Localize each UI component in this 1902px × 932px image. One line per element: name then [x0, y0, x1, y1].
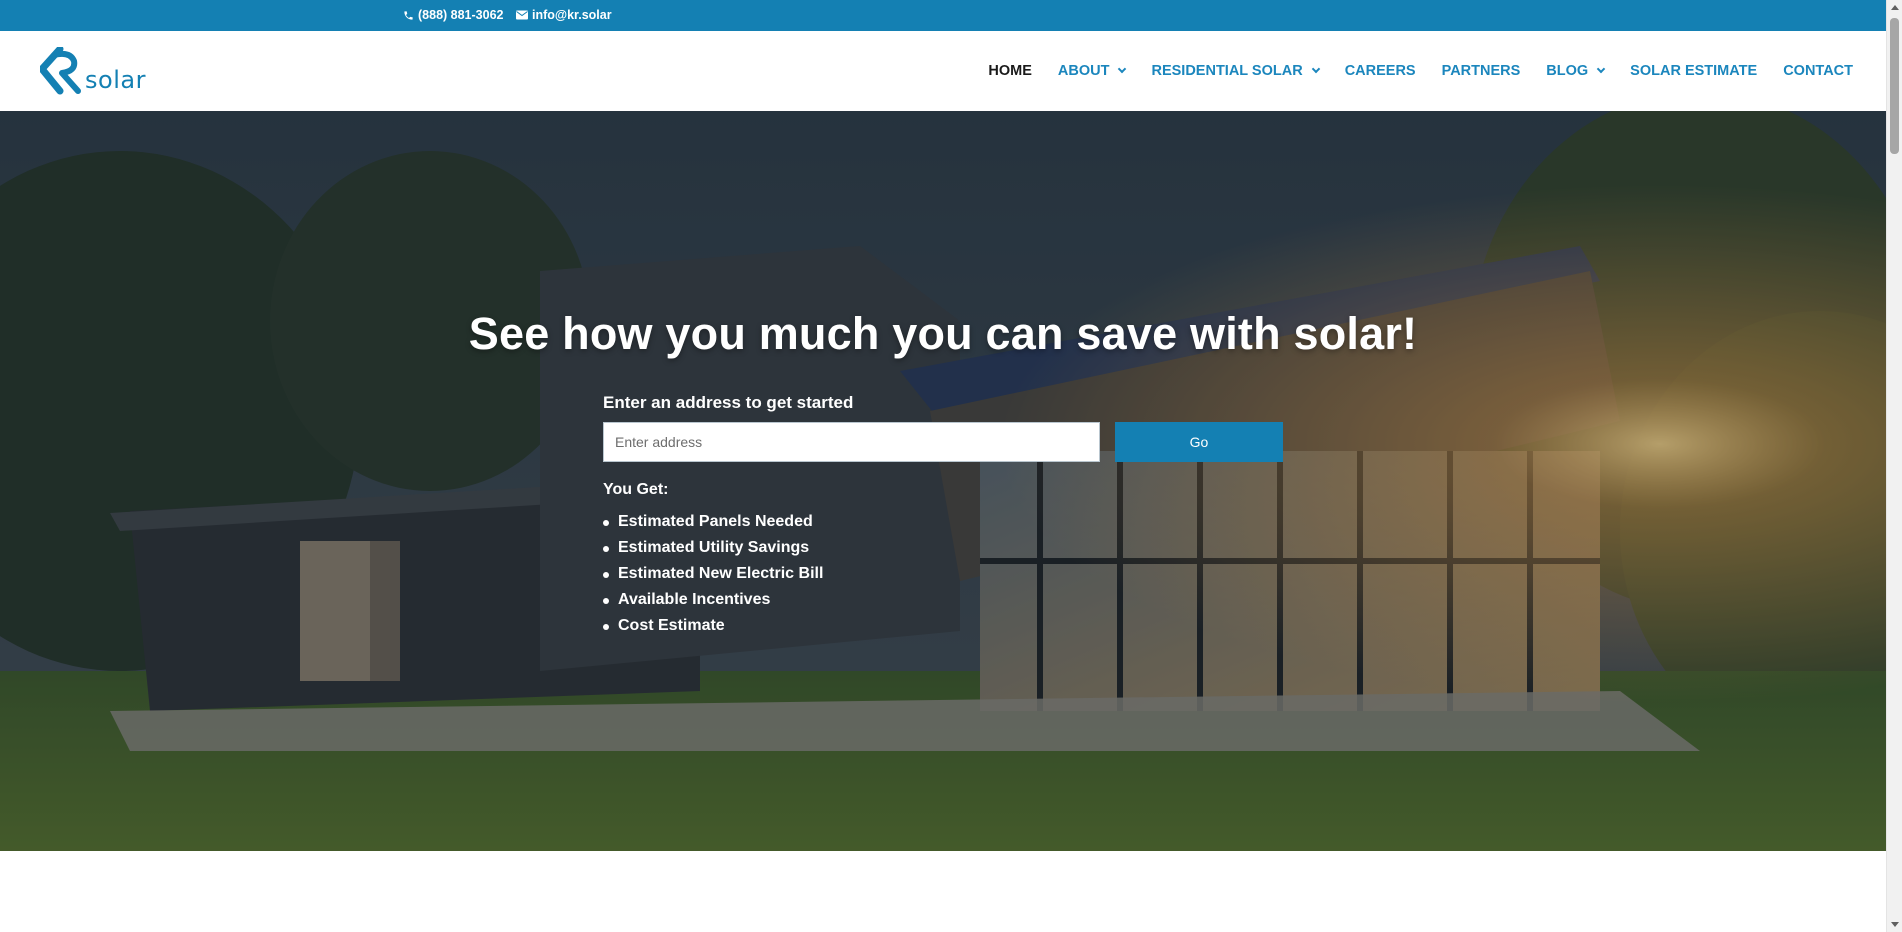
phone-icon [403, 10, 414, 21]
nav-label: HOME [988, 63, 1032, 79]
email-address: info@kr.solar [532, 8, 612, 22]
hero-section: See how you much you can save with solar… [0, 111, 1886, 851]
go-button[interactable]: Go [1115, 422, 1283, 462]
list-item: Cost Estimate [603, 613, 823, 639]
chevron-down-icon [1311, 64, 1320, 74]
address-input[interactable] [603, 422, 1100, 462]
scrollbar-thumb[interactable] [1890, 18, 1899, 154]
nav-label: ABOUT [1057, 63, 1110, 79]
you-get-heading: You Get: [603, 481, 669, 498]
logo[interactable]: solar [40, 47, 146, 95]
list-item: Available Incentives [603, 587, 823, 613]
main-nav: HOME ABOUT RESIDENTIAL SOLAR CAREERS PAR… [988, 31, 1853, 111]
nav-label: CAREERS [1344, 63, 1416, 79]
scroll-down-arrow-icon[interactable] [1891, 922, 1899, 927]
nav-item-partners[interactable]: PARTNERS [1442, 63, 1521, 79]
nav-item-residential-solar[interactable]: RESIDENTIAL SOLAR [1151, 63, 1320, 79]
envelope-icon [516, 10, 528, 20]
nav-label: BLOG [1546, 63, 1589, 79]
nav-item-careers[interactable]: CAREERS [1345, 63, 1416, 79]
email-link[interactable]: info@kr.solar [516, 8, 612, 22]
scroll-up-arrow-icon[interactable] [1891, 5, 1899, 10]
benefits-list: Estimated Panels Needed Estimated Utilit… [603, 509, 823, 639]
list-item: Estimated Utility Savings [603, 535, 823, 561]
phone-number: (888) 881-3062 [418, 8, 504, 22]
list-item: Estimated New Electric Bill [603, 561, 823, 587]
phone-link[interactable]: (888) 881-3062 [403, 8, 503, 22]
nav-item-about[interactable]: ABOUT [1057, 63, 1127, 79]
list-item: Estimated Panels Needed [603, 509, 823, 535]
nav-item-blog[interactable]: BLOG [1546, 63, 1606, 79]
hero-overlay [0, 111, 1886, 851]
nav-label: RESIDENTIAL SOLAR [1151, 63, 1303, 79]
hero-headline: See how you much you can save with solar… [468, 308, 1418, 359]
nav-label: CONTACT [1783, 63, 1853, 79]
nav-item-home[interactable]: HOME [988, 63, 1032, 79]
page-scrollbar[interactable] [1886, 0, 1902, 932]
logo-wordmark: solar [85, 66, 146, 94]
chevron-down-icon [1118, 64, 1127, 74]
page: (888) 881-3062 info@kr.solar solar HOME … [0, 0, 1902, 932]
nav-item-contact[interactable]: CONTACT [1783, 63, 1853, 79]
nav-label: SOLAR ESTIMATE [1630, 63, 1758, 79]
address-form-label: Enter an address to get started [603, 393, 854, 412]
chevron-down-icon [1596, 64, 1606, 74]
top-contact-bar: (888) 881-3062 info@kr.solar [0, 0, 1886, 31]
nav-item-solar-estimate[interactable]: SOLAR ESTIMATE [1630, 63, 1757, 79]
kr-logo-mark-icon [40, 47, 81, 95]
site-header: solar HOME ABOUT RESIDENTIAL SOLAR CAREE… [0, 31, 1886, 111]
nav-label: PARTNERS [1441, 63, 1521, 79]
